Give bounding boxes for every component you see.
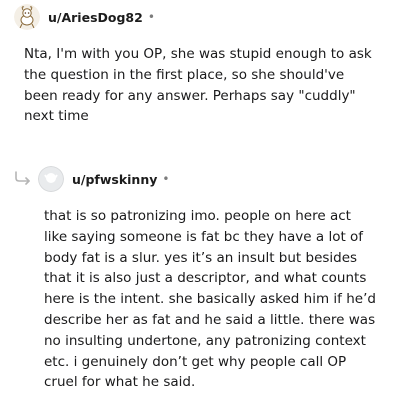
comment-body: that is so patronizing imo. people on he… <box>44 206 394 393</box>
comment-header: u/pfwskinny • <box>14 163 169 195</box>
user-avatar-icon[interactable] <box>14 4 40 30</box>
comment-line: been ready for any answer. Perhaps say "… <box>24 87 356 104</box>
comment-line: that it is also just a descriptor, and w… <box>44 270 367 287</box>
comment-line: Nta, I'm with you OP, she was stupid eno… <box>24 46 372 62</box>
comment-header: u/AriesDog82 • <box>14 1 155 33</box>
comment-line: etc. i genuinely don’t get why people ca… <box>44 353 347 370</box>
username[interactable]: u/AriesDog82 <box>48 10 143 25</box>
username[interactable]: u/pfwskinny <box>72 172 157 187</box>
comment-line: next time <box>24 108 89 125</box>
comment-line: like saying someone is fat bc they have … <box>44 228 364 245</box>
separator-dot: • <box>147 10 155 24</box>
default-avatar-icon[interactable] <box>38 166 64 192</box>
comment-line: no insulting undertone, any patronizing … <box>44 332 366 349</box>
comment-line: cruel for what he said. <box>44 374 196 391</box>
separator-dot: • <box>162 172 170 186</box>
comment-line: body fat is a slur. yes it’s an insult b… <box>44 249 358 266</box>
comment-body: Nta, I'm with you OP, she was stupid eno… <box>24 44 384 127</box>
comment-line: here is the intent. she basically asked … <box>44 291 376 308</box>
comment-line: describe her as fat and he said a little… <box>44 311 376 328</box>
comment-line: that is so patronizing imo. people on he… <box>44 208 351 224</box>
comment-line: the question in the first place, so she … <box>24 66 345 83</box>
